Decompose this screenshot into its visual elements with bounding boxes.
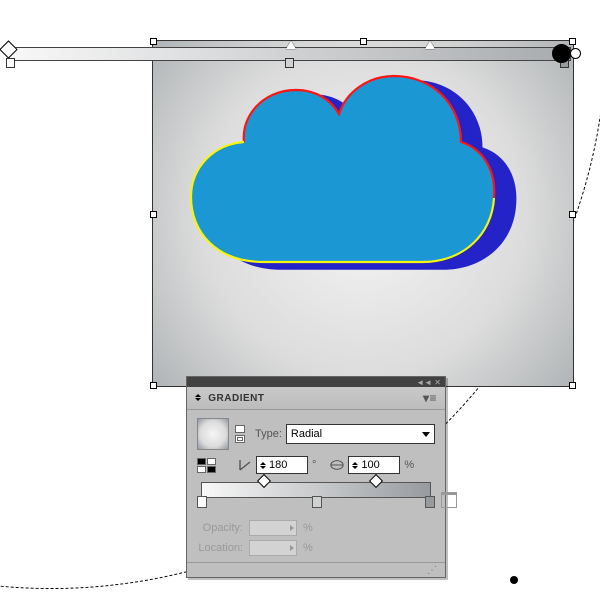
panel-collapse-icon[interactable]: ◄◄ ✕	[416, 378, 441, 387]
gradient-stop-handle[interactable]	[6, 58, 15, 68]
gradient-slider-stop[interactable]	[425, 496, 435, 508]
gradient-annotator-endpoint[interactable]	[510, 576, 518, 584]
aspect-ratio-value: 100	[361, 459, 379, 471]
selection-handle-top-right[interactable]	[569, 38, 576, 45]
opacity-label: Opacity:	[197, 522, 243, 534]
gradient-preview-swatch[interactable]	[197, 418, 229, 450]
delete-stop-button[interactable]	[441, 492, 457, 508]
panel-tab-bar[interactable]: ◄◄ ✕	[187, 377, 445, 387]
angle-icon	[238, 458, 252, 472]
location-input	[249, 540, 297, 556]
gradient-slider-stop[interactable]	[312, 496, 322, 508]
stroke-swatch-icon[interactable]	[235, 435, 245, 443]
gradient-annotator[interactable]	[2, 46, 582, 64]
fill-swatch-icon[interactable]	[235, 425, 245, 433]
selection-handle-bottom-left[interactable]	[150, 382, 157, 389]
gradient-end-ring-handle[interactable]	[570, 48, 581, 59]
location-unit: %	[303, 542, 313, 554]
type-label: Type:	[255, 428, 282, 440]
panel-cycle-up-icon[interactable]	[195, 394, 201, 397]
panel-menu-icon[interactable]: ▾≡	[423, 391, 437, 405]
panel-resize-grip[interactable]: ⋰	[187, 562, 445, 577]
gradient-end-fill-handle[interactable]	[552, 44, 571, 63]
panel-title: GRADIENT	[208, 393, 264, 404]
gradient-midpoint-diamond[interactable]	[425, 41, 435, 49]
gradient-slider-stop[interactable]	[197, 496, 207, 508]
opacity-input	[249, 520, 297, 536]
reverse-gradient-button[interactable]	[197, 458, 216, 473]
gradient-slider-midpoint[interactable]	[257, 474, 271, 488]
selection-handle-bottom-right[interactable]	[569, 382, 576, 389]
chevron-down-icon	[422, 432, 430, 437]
panel-cycle-down-icon[interactable]	[195, 398, 201, 401]
opacity-row: Opacity: %	[197, 520, 435, 536]
angle-value: 180	[269, 459, 287, 471]
selection-handle-left-middle[interactable]	[150, 211, 157, 218]
selection-handle-right-middle[interactable]	[569, 211, 576, 218]
location-label: Location:	[197, 542, 243, 554]
gradient-slider-midpoint[interactable]	[369, 474, 383, 488]
degree-symbol: °	[312, 459, 316, 471]
aspect-ratio-input[interactable]: 100	[348, 456, 400, 474]
gradient-midpoint-diamond[interactable]	[286, 41, 296, 49]
opacity-unit: %	[303, 522, 313, 534]
cloud-shape[interactable]	[186, 72, 502, 292]
location-row: Location: %	[197, 540, 435, 556]
gradient-panel: ◄◄ ✕ GRADIENT ▾≡ Type: Radial	[186, 376, 446, 578]
selection-handle-top-left[interactable]	[150, 38, 157, 45]
aspect-ratio-icon	[330, 458, 344, 472]
selection-handle-top-middle[interactable]	[360, 38, 367, 45]
angle-input[interactable]: 180	[256, 456, 308, 474]
gradient-type-select[interactable]: Radial	[286, 424, 435, 444]
gradient-type-value: Radial	[291, 428, 322, 440]
aspect-unit: %	[404, 459, 414, 471]
gradient-stop-handle[interactable]	[285, 58, 294, 68]
